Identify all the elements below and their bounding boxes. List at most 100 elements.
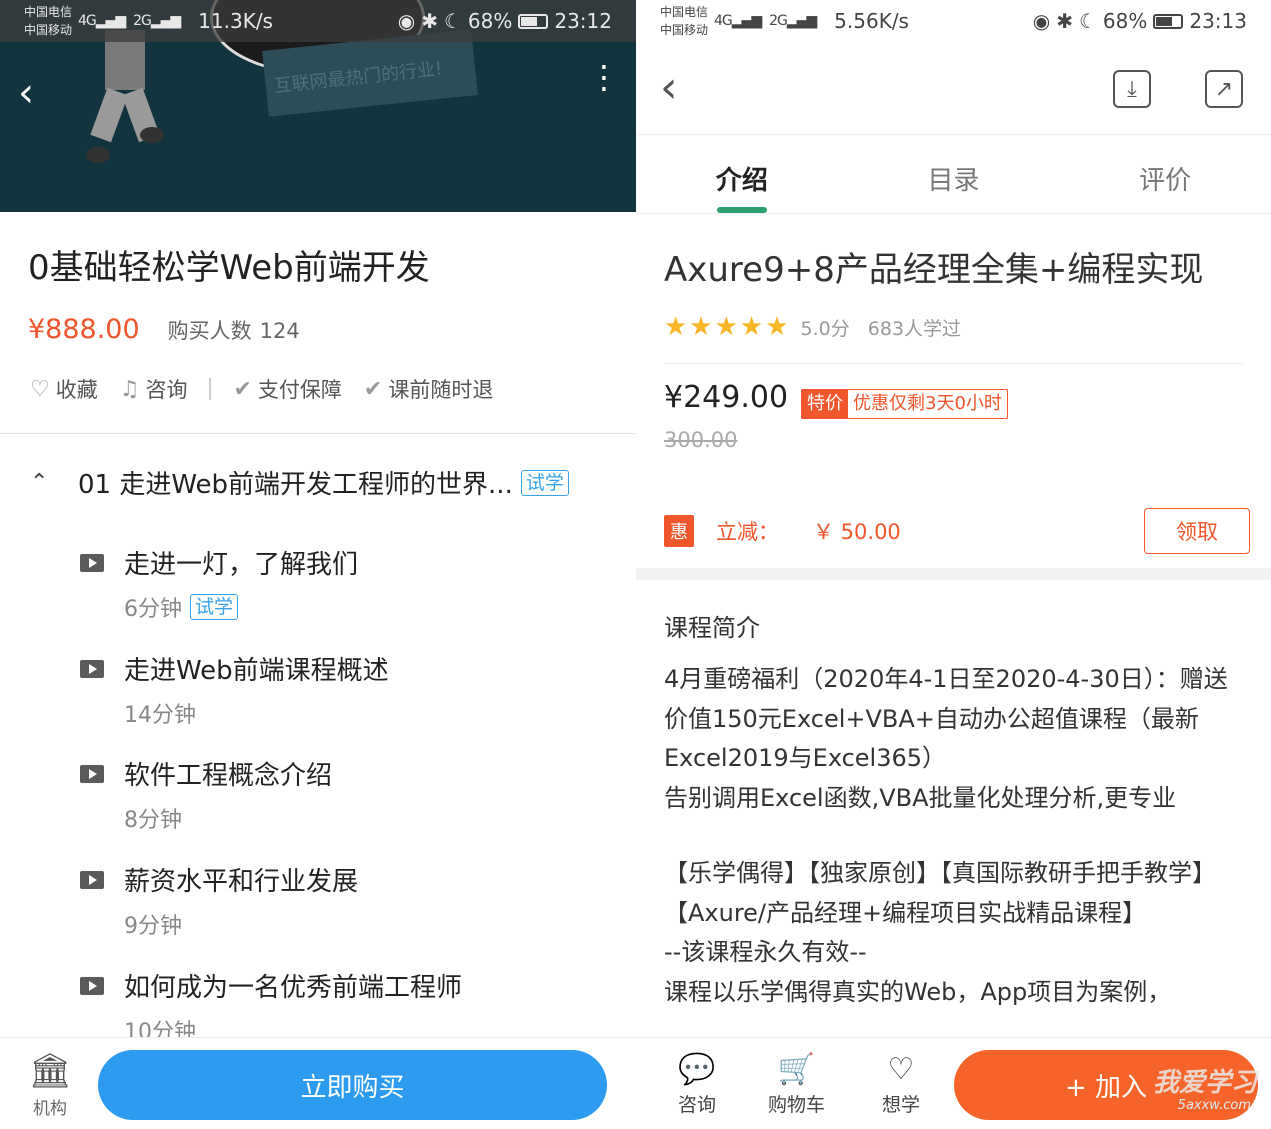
course-detail-screen-left: 互联网最热门的行业! ‹ ⋮ 中国电信 中国移动 4G▂▄▆ 2G▂▄▆ 11.… — [0, 0, 636, 1129]
promo-tag: 特价 — [802, 390, 848, 418]
rating-row: ★★★★★ 5.0分 683人学过 — [664, 312, 961, 342]
promo-badge: 特价 优惠仅剩3天0小时 — [801, 389, 1008, 419]
course-detail-screen-right: 中国电信 中国移动 4G▂▄▆ 2G▂▄▆ 5.56K/s ◉ ✱ ☾ 68% … — [636, 0, 1271, 1129]
intro-paragraph: 课程以乐学偶得真实的Web，App项目为案例， — [664, 977, 1172, 1006]
lesson-duration: 6分钟 — [124, 597, 182, 622]
signal-icon-2: 2G▂▄▆ — [133, 13, 181, 29]
favorite-button[interactable]: ♡ 收藏 — [30, 374, 98, 404]
intro-paragraph: 4月重磅福利（2020年4-1日至2020-4-30日）：赠送价值150元Exc… — [664, 665, 1228, 772]
cover-figure-illustration — [86, 30, 164, 163]
back-arrow-icon[interactable]: ‹ — [18, 70, 58, 116]
video-play-icon — [80, 764, 104, 783]
moon-icon: ☾ — [1078, 9, 1097, 33]
network-speed: 5.56K/s — [834, 9, 909, 33]
intro-paragraph: 【Axure/产品经理+编程项目实战精品课程】 — [664, 898, 1147, 927]
share-icon[interactable]: ↗ — [1205, 70, 1243, 108]
chevron-up-icon[interactable]: ⌃ — [30, 470, 60, 495]
chapter-title: 01 走进Web前端开发工程师的世界... — [78, 470, 513, 500]
bell-icon: ♫ — [119, 376, 140, 402]
claim-coupon-button[interactable]: 领取 — [1144, 508, 1250, 554]
tab-bar: 介绍 目录 评价 — [636, 136, 1271, 214]
coupon-row: 惠 立减： ￥ 50.00 领取 — [664, 508, 1250, 554]
price: ¥888.00 — [28, 314, 140, 345]
battery-icon — [1153, 13, 1184, 29]
heart-icon: ♡ — [887, 1052, 915, 1087]
bottom-bar: 🏛 机构 立即购买 — [0, 1037, 636, 1129]
lesson-duration: 8分钟 — [124, 808, 182, 833]
moon-icon: ☾ — [443, 9, 462, 33]
eye-comfort-icon: ◉ — [397, 9, 416, 33]
eye-comfort-icon: ◉ — [1032, 9, 1051, 33]
heart-icon: ♡ — [30, 376, 50, 402]
consult-button[interactable]: 💬 咨询 — [678, 1050, 716, 1117]
intro-paragraph: --该课程永久有效-- — [664, 938, 867, 966]
section-separator — [636, 568, 1271, 580]
bank-icon: 🏛 — [28, 1051, 72, 1091]
course-title: 0基础轻松学Web前端开发 — [28, 248, 430, 288]
cart-icon: 🛒 — [777, 1052, 816, 1087]
cart-button[interactable]: 🛒 购物车 — [768, 1050, 825, 1117]
video-play-icon — [80, 870, 104, 889]
carrier-1: 中国电信 — [24, 5, 73, 19]
carrier-1: 中国电信 — [660, 5, 709, 19]
rating-score: 5.0分 — [800, 317, 850, 340]
discount-icon: 惠 — [664, 515, 694, 547]
coupon-label: 立减： — [716, 520, 779, 544]
price-row: ¥888.00 购买人数 124 — [28, 314, 300, 345]
top-nav-bar: ‹ ⤓ ↗ — [636, 42, 1271, 135]
clock: 23:13 — [1189, 9, 1247, 33]
chapter-header[interactable]: ⌃ 01 走进Web前端开发工程师的世界... 试学 — [30, 464, 610, 501]
intro-body: 4月重磅福利（2020年4-1日至2020-4-30日）：赠送价值150元Exc… — [664, 660, 1244, 1012]
lesson-item[interactable]: 薪资水平和行业发展 9分钟 — [80, 861, 620, 940]
check-circle-icon: ✔ — [233, 376, 252, 402]
lesson-item[interactable]: 软件工程概念介绍 8分钟 — [80, 755, 620, 834]
check-circle-icon: ✔ — [363, 376, 383, 402]
divider — [209, 378, 212, 400]
lesson-duration: 9分钟 — [124, 914, 182, 939]
wishlist-button[interactable]: ♡ 想学 — [882, 1050, 920, 1117]
network-speed: 11.3K/s — [198, 9, 273, 33]
battery-icon — [518, 13, 549, 29]
tab-reviews[interactable]: 评价 — [1059, 136, 1271, 213]
lesson-title: 走进一灯，了解我们 — [124, 550, 359, 580]
watermark-logo: 我爱学习 — [1152, 1068, 1257, 1098]
price: ¥249.00 — [664, 380, 789, 415]
coupon-amount: ￥ 50.00 — [813, 520, 901, 544]
buyer-count: 购买人数 124 — [167, 319, 300, 343]
lesson-item[interactable]: 走进一灯，了解我们 6分钟 试学 — [80, 544, 620, 623]
intro-paragraph: 告别调用Excel函数,VBA批量化处理分析,更专业 — [664, 783, 1177, 812]
clock: 23:12 — [554, 9, 612, 33]
video-play-icon — [80, 659, 104, 678]
intro-paragraph: 【乐学偶得】【独家原创】【真国际教研手把手教学】 — [664, 859, 1216, 887]
more-vertical-icon[interactable]: ⋮ — [588, 61, 620, 114]
tab-intro[interactable]: 介绍 — [636, 136, 848, 213]
video-play-icon — [80, 553, 104, 572]
back-arrow-icon[interactable]: ‹ — [660, 66, 678, 110]
lesson-title: 如何成为一名优秀前端工程师 — [124, 973, 463, 1003]
carrier-2: 中国移动 — [24, 23, 73, 37]
lesson-title: 薪资水平和行业发展 — [124, 867, 359, 897]
battery-percent: 68% — [1102, 9, 1148, 33]
tab-catalog[interactable]: 目录 — [848, 136, 1060, 213]
trial-badge: 试学 — [520, 469, 569, 496]
status-bar: 中国电信 中国移动 4G▂▄▆ 2G▂▄▆ 5.56K/s ◉ ✱ ☾ 68% … — [636, 0, 1271, 42]
lesson-item[interactable]: 如何成为一名优秀前端工程师 10分钟 — [80, 967, 620, 1046]
status-bar: 中国电信 中国移动 4G▂▄▆ 2G▂▄▆ 11.3K/s ◉ ✱ ☾ 68% … — [0, 0, 636, 42]
video-play-icon — [80, 976, 104, 995]
star-rating-icon: ★★★★★ — [664, 312, 791, 342]
course-title: Axure9+8产品经理全集+编程实现 — [664, 250, 1204, 290]
refund-anytime: ✔ 课前随时退 — [363, 376, 494, 403]
divider — [664, 363, 1244, 364]
promo-countdown: 优惠仅剩3天0小时 — [853, 393, 1002, 414]
download-icon[interactable]: ⤓ — [1113, 70, 1151, 108]
lesson-duration: 14分钟 — [124, 703, 196, 728]
consult-button[interactable]: ♫ 咨询 — [120, 374, 188, 404]
lesson-title: 软件工程概念介绍 — [124, 761, 333, 791]
battery-percent: 68% — [467, 9, 513, 33]
institution-button[interactable]: 🏛 机构 — [28, 1052, 72, 1119]
bluetooth-icon: ✱ — [1056, 9, 1073, 33]
lesson-item[interactable]: 走进Web前端课程概述 14分钟 — [80, 650, 620, 729]
buy-now-button[interactable]: 立即购买 — [98, 1050, 607, 1120]
original-price: 300.00 — [664, 428, 738, 452]
learner-count: 683人学过 — [867, 317, 962, 340]
